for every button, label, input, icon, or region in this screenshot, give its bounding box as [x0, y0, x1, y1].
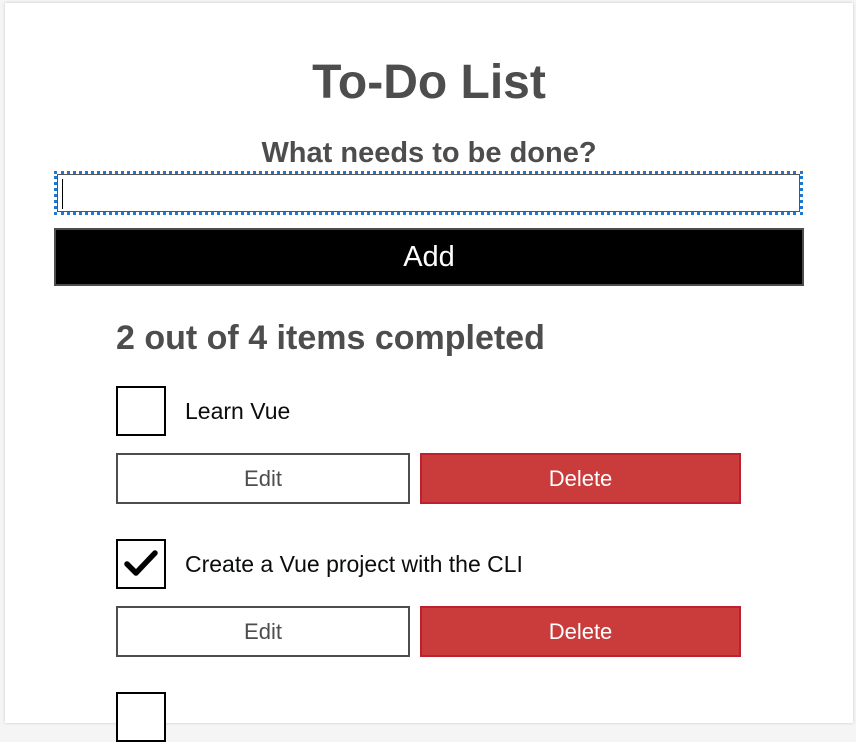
new-todo-input[interactable] — [54, 171, 803, 215]
add-button[interactable]: Add — [54, 228, 804, 286]
todo-label: Create a Vue project with the CLI — [185, 551, 523, 577]
todo-label: Learn Vue — [185, 398, 291, 424]
todo-checkbox[interactable] — [116, 386, 166, 436]
check-icon — [124, 550, 158, 576]
completion-status: 2 out of 4 items completed — [116, 319, 545, 357]
todo-checkbox[interactable] — [116, 539, 166, 589]
edit-button[interactable]: Edit — [116, 606, 410, 657]
todo-app-card: To-Do List What needs to be done? Add 2 … — [5, 3, 853, 742]
page-title: To-Do List — [312, 56, 546, 109]
delete-button[interactable]: Delete — [420, 453, 741, 504]
new-todo-label: What needs to be done? — [261, 137, 597, 169]
todo-item: Learn Vue Edit Delete — [116, 386, 756, 516]
todo-item — [116, 692, 756, 742]
edit-button[interactable]: Edit — [116, 453, 410, 504]
text-caret — [62, 179, 63, 209]
delete-button[interactable]: Delete — [420, 606, 741, 657]
todo-checkbox[interactable] — [116, 692, 166, 742]
todo-item: Create a Vue project with the CLI Edit D… — [116, 539, 756, 669]
